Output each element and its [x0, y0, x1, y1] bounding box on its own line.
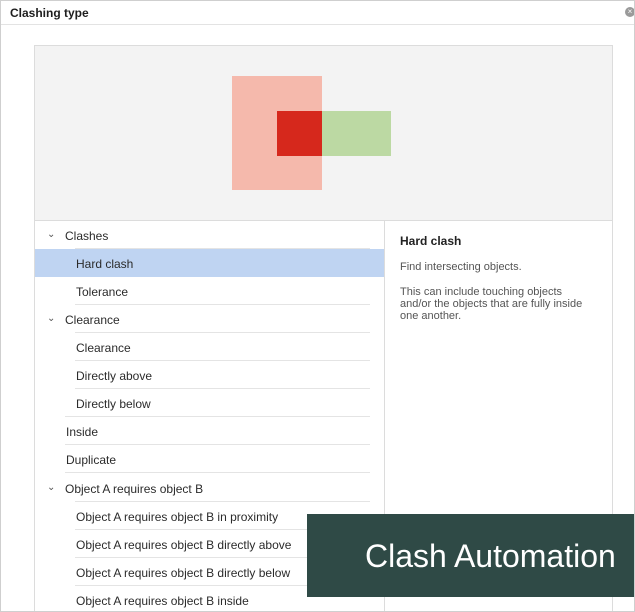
tree-item-label: Inside — [66, 425, 99, 439]
tree-item-label: Tolerance — [76, 285, 129, 299]
tree-item-label: Object A requires object B inside — [76, 594, 249, 608]
banner-text: Clash Automation — [365, 538, 616, 574]
detail-description: This can include touching objects and/or… — [400, 286, 583, 322]
tree-item-label: Object A requires object B in proximity — [76, 510, 279, 524]
tree-item-label: Directly above — [76, 369, 153, 383]
tree-item-inside[interactable]: Inside — [35, 417, 384, 445]
tree-item-tolerance[interactable]: Tolerance — [35, 277, 384, 305]
dialog-title: Clashing type — [10, 6, 89, 20]
clash-preview-illustration — [232, 76, 391, 190]
overlap-shape — [277, 111, 322, 156]
chevron-down-icon[interactable]: ⌄ — [47, 229, 55, 240]
tree-group-object-a-requires-object-b[interactable]: ⌄ Object A requires object B — [35, 474, 384, 502]
tree-item-hard-clash[interactable]: Hard clash — [35, 249, 384, 277]
tree-item-label: Clashes — [65, 229, 109, 243]
tree-item-duplicate[interactable]: Duplicate — [35, 445, 384, 473]
object-b-shape — [322, 111, 391, 156]
chevron-down-icon[interactable]: ⌄ — [47, 482, 55, 493]
tree-item-label: Clearance — [65, 313, 120, 327]
clash-preview — [35, 46, 612, 221]
divider — [65, 472, 370, 473]
tree-item-label: Object A requires object B directly belo… — [76, 566, 291, 580]
chevron-down-icon[interactable]: ⌄ — [47, 313, 55, 324]
tree-group-clashes[interactable]: ⌄ Clashes — [35, 221, 384, 249]
detail-pane: Hard clash Find intersecting objects. Th… — [400, 234, 600, 322]
tree-item-label: Object A requires object B — [65, 482, 204, 496]
tree-item-label: Duplicate — [66, 453, 117, 467]
title-bar: Clashing type × — [1, 1, 634, 25]
clashing-type-dialog: Clashing type × ⌄ Clashes Hard clash Tol… — [0, 0, 635, 612]
tree-item-label: Clearance — [76, 341, 131, 355]
detail-summary: Find intersecting objects. — [400, 261, 522, 273]
detail-title: Hard clash — [400, 234, 462, 248]
tree-item-label: Directly below — [76, 397, 151, 411]
tree-item-label: Hard clash — [76, 257, 134, 271]
close-icon[interactable]: × — [625, 7, 634, 17]
clash-automation-banner: Clash Automation — [307, 514, 634, 597]
tree-item-directly-below[interactable]: Directly below — [35, 389, 384, 417]
tree-item-directly-above[interactable]: Directly above — [35, 361, 384, 389]
tree-item-clearance[interactable]: Clearance — [35, 333, 384, 361]
tree-group-clearance[interactable]: ⌄ Clearance — [35, 305, 384, 333]
tree-item-label: Object A requires object B directly abov… — [76, 538, 292, 552]
